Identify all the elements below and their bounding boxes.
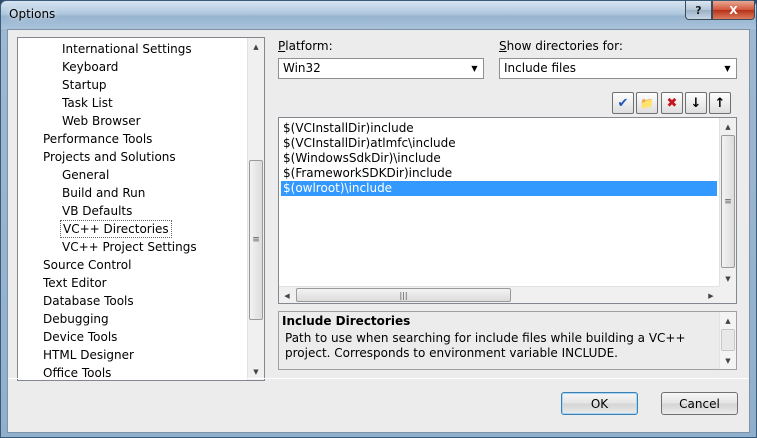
description-title: Include Directories [282, 314, 411, 328]
scroll-left-arrow-icon[interactable]: ◀ [279, 287, 295, 303]
tree-item[interactable]: International Settings [60, 40, 194, 58]
tree-item[interactable]: Startup [60, 76, 109, 94]
arrow-down-icon: ↓ [690, 95, 702, 111]
grip-icon: ≡ [724, 196, 732, 207]
window-title: Options [9, 7, 56, 21]
platform-label: Platform: [278, 39, 333, 53]
cancel-button[interactable]: Cancel [661, 392, 738, 415]
directory-item[interactable]: $(FrameworkSDKDir)include [281, 166, 452, 181]
directory-item[interactable]: $(VCInstallDir)include [281, 121, 414, 136]
directory-list[interactable]: $(VCInstallDir)include $(VCInstallDir)atl… [278, 117, 737, 304]
options-tree[interactable]: International Settings Keyboard Startup Tas… [17, 37, 265, 381]
tree-item[interactable]: Device Tools [41, 328, 119, 346]
grip-icon: ≡ [252, 235, 260, 245]
ok-button[interactable]: OK [561, 392, 638, 415]
description-panel: Include Directories Path to use when sea… [278, 311, 737, 370]
list-scroll-thumb[interactable]: ≡ [721, 135, 735, 268]
scroll-right-arrow-icon[interactable]: ▶ [703, 287, 719, 303]
arrow-up-icon: ↑ [714, 95, 726, 111]
scroll-down-arrow-icon[interactable]: ▼ [720, 270, 736, 287]
new-folder-icon: 📁 [640, 96, 654, 110]
scrollbar-corner [719, 286, 736, 303]
tree-item[interactable]: Performance Tools [41, 130, 154, 148]
directory-item[interactable]: $(owlroot)\include [281, 181, 717, 196]
separator [8, 378, 749, 379]
grip-icon: ||| [399, 290, 408, 300]
new-line-button[interactable]: 📁 [636, 92, 658, 114]
tree-item[interactable]: Text Editor [41, 274, 109, 292]
tree-item[interactable]: VC++ Project Settings [60, 238, 199, 256]
list-horizontal-scrollbar[interactable]: ◀ ||| ▶ [279, 286, 719, 303]
description-scroll-track [721, 329, 735, 351]
tree-item[interactable]: Web Browser [60, 112, 143, 130]
tree-item[interactable]: Keyboard [60, 58, 120, 76]
delete-icon: ✖ [666, 95, 678, 111]
show-directories-combo[interactable]: Include files ▼ [499, 58, 737, 79]
show-directories-value: Include files [504, 61, 577, 75]
list-vertical-scrollbar[interactable]: ▲ ≡ ▼ [719, 118, 736, 287]
description-scrollbar[interactable]: ▲ ▼ [719, 312, 736, 369]
tree-scroll-thumb[interactable]: ≡ [249, 160, 263, 320]
scroll-up-arrow-icon[interactable]: ▲ [248, 38, 264, 55]
tree-item[interactable]: Build and Run [60, 184, 147, 202]
check-icon: ✔ [617, 95, 629, 111]
tree-item[interactable]: VC++ Directories [60, 220, 172, 238]
chevron-down-icon: ▼ [724, 64, 731, 73]
description-text: Path to use when searching for include f… [285, 331, 686, 360]
close-button[interactable]: X [712, 1, 755, 20]
chevron-down-icon: ▼ [471, 64, 478, 73]
directory-item[interactable]: $(VCInstallDir)atlmfc\include [281, 136, 456, 151]
help-icon: ? [695, 3, 702, 17]
scroll-up-arrow-icon[interactable]: ▲ [720, 118, 736, 135]
platform-combo[interactable]: Win32 ▼ [278, 58, 484, 79]
scroll-down-arrow-icon[interactable]: ▼ [720, 352, 736, 369]
title-bar[interactable]: Options ? X [1, 1, 756, 29]
dialog-client-area: International Settings Keyboard Startup Tas… [7, 29, 750, 433]
tree-item[interactable]: HTML Designer [41, 346, 136, 364]
platform-value: Win32 [283, 61, 321, 75]
tree-item[interactable]: General [60, 166, 111, 184]
delete-button[interactable]: ✖ [661, 92, 683, 114]
directory-item[interactable]: $(WindowsSdkDir)\include [281, 151, 441, 166]
list-hscroll-thumb[interactable]: ||| [296, 288, 511, 302]
tree-vertical-scrollbar[interactable]: ▲ ≡ ▼ [247, 38, 264, 380]
tree-item[interactable]: Task List [60, 94, 115, 112]
move-down-button[interactable]: ↓ [685, 92, 707, 114]
move-up-button[interactable]: ↑ [709, 92, 731, 114]
close-icon: X [729, 3, 738, 17]
tree-item[interactable]: Source Control [41, 256, 133, 274]
show-directories-label: Show directories for: [499, 39, 623, 53]
scroll-up-arrow-icon[interactable]: ▲ [720, 312, 736, 329]
options-dialog: Options ? X International Settings Keyboa… [0, 0, 757, 438]
tree-item[interactable]: VB Defaults [60, 202, 134, 220]
check-button[interactable]: ✔ [612, 92, 634, 114]
tree-item[interactable]: Debugging [41, 310, 111, 328]
help-button[interactable]: ? [685, 1, 712, 20]
tree-item[interactable]: Database Tools [41, 292, 136, 310]
tree-item[interactable]: Projects and Solutions [41, 148, 178, 166]
